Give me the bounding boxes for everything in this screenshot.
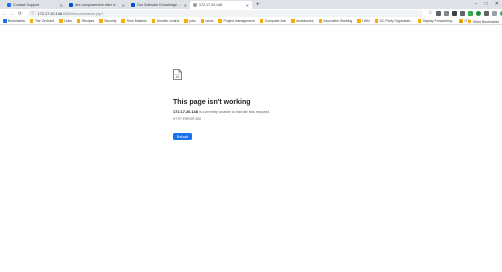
- folder-icon: [291, 19, 295, 23]
- tab-title: Our Software Knowledge base: [137, 3, 182, 7]
- folder-icon: [76, 19, 81, 23]
- extension-icons: ☆ ⋮: [428, 11, 502, 16]
- bookmark-item[interactable]: Innovative Working: [318, 19, 352, 23]
- folder-icon: [151, 19, 156, 23]
- folder-icon: [374, 19, 379, 23]
- bookmark-item[interactable]: DC Party Organisati...: [374, 19, 413, 23]
- url-path: :8080/secure/admin.jsp?: [61, 11, 104, 16]
- maximize-icon[interactable]: □: [485, 1, 488, 7]
- close-tab-icon[interactable]: ✕: [122, 3, 125, 8]
- tab-favicon-icon: [193, 3, 197, 7]
- bookmark-item[interactable]: Security: [99, 19, 116, 23]
- tab-title: Are composersive after database: [75, 3, 120, 7]
- bookmark-item[interactable]: LWN: [357, 19, 370, 23]
- new-tab-button[interactable]: +: [252, 1, 264, 9]
- error-code: HTTP ERROR 500: [173, 117, 202, 121]
- reload-icon[interactable]: ⟳: [16, 11, 24, 17]
- tab-knowledge-base[interactable]: Our Software Knowledge base ✕: [128, 1, 190, 9]
- folder-icon: [121, 19, 125, 23]
- extension-icon[interactable]: [460, 11, 465, 16]
- sad-page-icon: [173, 69, 182, 80]
- error-page: This page isn't working 172.17.20.148 is…: [173, 67, 373, 143]
- error-title: This page isn't working: [173, 99, 251, 106]
- bookmarks-bar: Bookmarks The Orchard Links Recipes Secu…: [0, 18, 502, 25]
- apps-icon: [3, 19, 7, 23]
- folder-icon: [59, 19, 63, 23]
- extension-icon[interactable]: [436, 11, 441, 16]
- bookmark-item[interactable]: Display Forwarding...: [417, 19, 454, 23]
- bookmark-item[interactable]: audiobooks: [291, 19, 314, 23]
- bookmark-item[interactable]: Time Masters: [121, 19, 147, 23]
- url-host: 172.17.20.148: [37, 11, 62, 16]
- tab-strip: Contact Support ✕ Are composersive after…: [0, 0, 502, 9]
- extensions-puzzle-icon[interactable]: [492, 11, 497, 16]
- close-tab-icon[interactable]: ✕: [246, 3, 249, 8]
- other-bookmarks[interactable]: » Other Bookmarks: [460, 18, 499, 24]
- tab-favicon-icon: [7, 3, 11, 7]
- tab-contact-support[interactable]: Contact Support ✕: [4, 1, 66, 9]
- folder-icon: [218, 19, 222, 23]
- extension-icon[interactable]: [476, 11, 481, 16]
- back-icon[interactable]: ←: [0, 11, 8, 17]
- info-icon[interactable]: ⓘ: [31, 11, 35, 16]
- folder-icon: [467, 19, 472, 24]
- tab-active[interactable]: 172.17.20.148 ✕: [190, 1, 252, 9]
- extension-icon[interactable]: [452, 11, 457, 16]
- reload-button[interactable]: Reload: [173, 133, 192, 140]
- bookmark-item[interactable]: Recipes: [76, 19, 94, 23]
- folder-icon: [99, 19, 103, 23]
- forward-icon[interactable]: →: [8, 11, 16, 17]
- bookmark-star-icon[interactable]: ☆: [428, 11, 433, 16]
- bookmark-item[interactable]: Links: [59, 19, 72, 23]
- error-message: 172.17.20.148 is currently unable to han…: [173, 109, 373, 114]
- bookmark-item[interactable]: Bookmarks: [3, 19, 25, 23]
- tab-favicon-icon: [131, 3, 135, 7]
- bookmark-item[interactable]: Smokie control: [151, 19, 179, 23]
- folder-icon: [417, 19, 422, 23]
- address-bar[interactable]: ⓘ 172.17.20.148 :8080/secure/admin.jsp?: [28, 10, 423, 17]
- extension-icon[interactable]: [468, 11, 473, 16]
- error-message-text: is currently unable to handle this reque…: [197, 109, 270, 114]
- window-controls: − □ ✕: [475, 1, 499, 7]
- bookmark-item[interactable]: jobs: [184, 19, 196, 23]
- folder-icon: [357, 19, 361, 23]
- bookmark-item[interactable]: The Orchard: [29, 19, 54, 23]
- bookmark-item[interactable]: Project management: [218, 19, 255, 23]
- folder-icon: [318, 19, 323, 23]
- tab-database[interactable]: Are composersive after database ✕: [66, 1, 128, 9]
- folder-icon: [259, 19, 264, 23]
- close-tab-icon[interactable]: ✕: [184, 3, 187, 8]
- error-host: 172.17.20.148: [173, 109, 198, 114]
- tab-title: 172.17.20.148: [199, 3, 222, 7]
- extension-icon[interactable]: [444, 11, 449, 16]
- tab-favicon-icon: [69, 3, 73, 7]
- browser-toolbar: ← → ⟳ ⓘ 172.17.20.148 :8080/secure/admin…: [0, 9, 502, 18]
- folder-icon: [29, 19, 34, 23]
- bookmarks-overflow-icon[interactable]: »: [460, 20, 462, 24]
- folder-icon: [200, 19, 205, 23]
- tab-title: Contact Support: [13, 3, 39, 7]
- bookmark-item[interactable]: Computer Ave: [259, 19, 286, 23]
- extension-icon[interactable]: [484, 11, 489, 16]
- folder-icon: [184, 19, 188, 23]
- close-tab-icon[interactable]: ✕: [60, 3, 63, 8]
- bookmark-item[interactable]: news: [200, 19, 213, 23]
- close-window-icon[interactable]: ✕: [495, 1, 499, 7]
- minimize-icon[interactable]: −: [475, 1, 478, 7]
